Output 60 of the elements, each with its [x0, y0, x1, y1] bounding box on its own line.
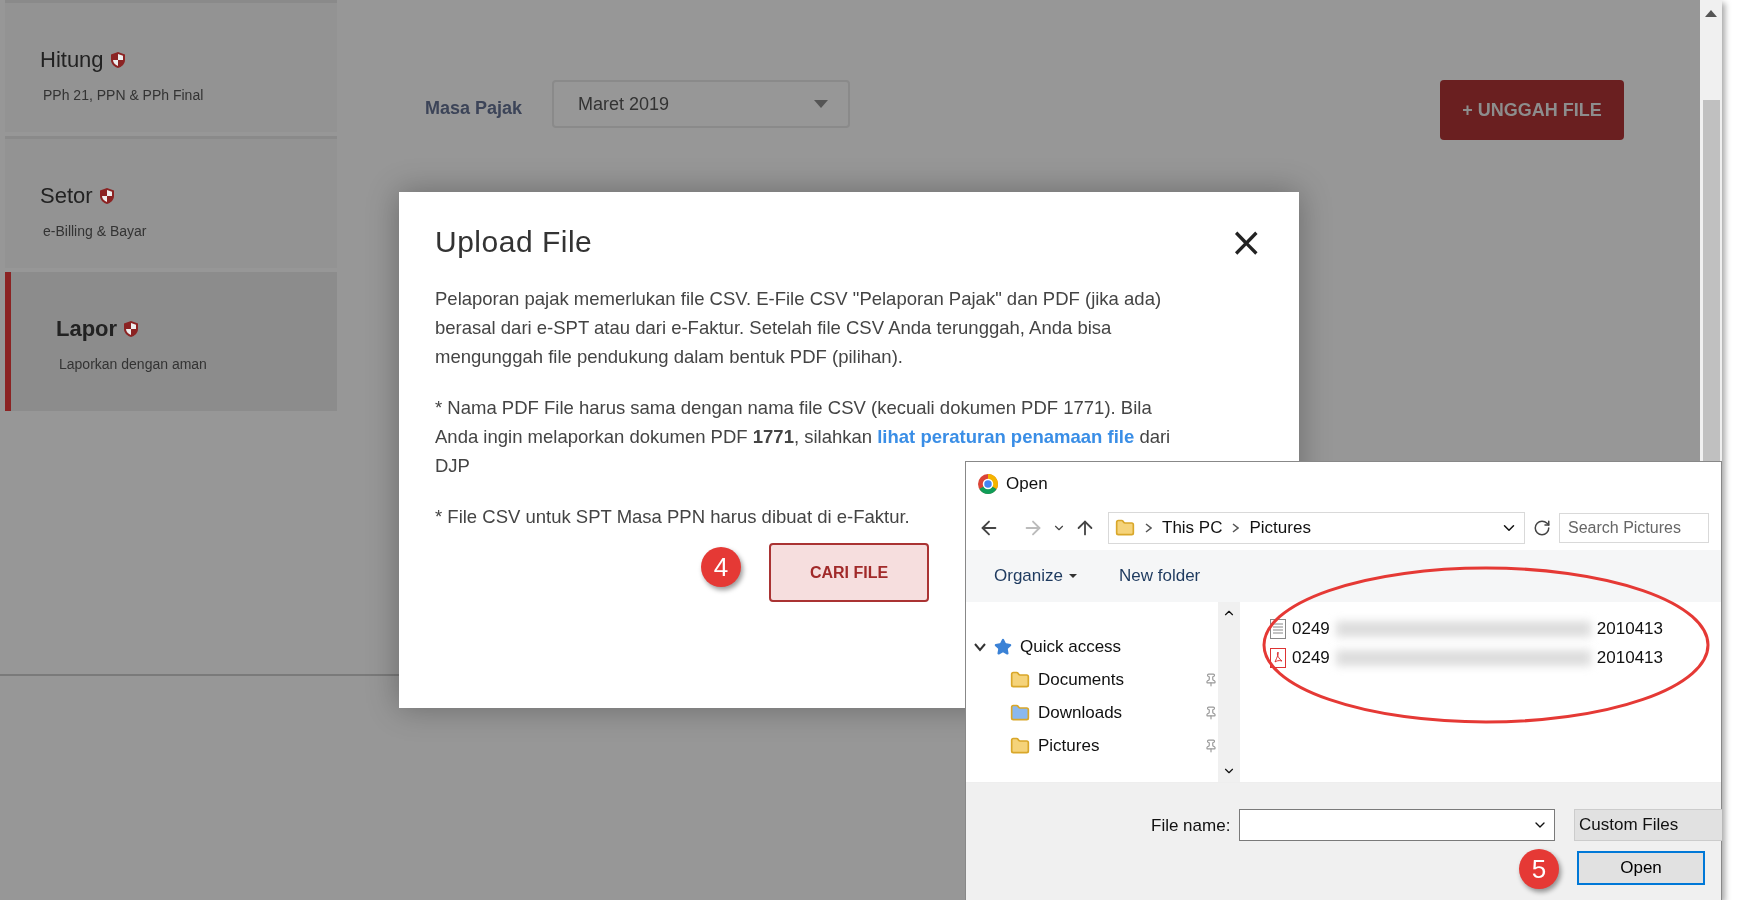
shield-icon	[98, 187, 115, 205]
breadcrumb[interactable]: This PC	[1162, 518, 1223, 538]
modal-paragraph: Pelaporan pajak memerlukan file CSV. E-File CSV "Pelaporan Pajak" dan PDF (jika ada) berasal dari e-SPT atau dari e-Faktur. Setelah file CSV Anda terunggah, Anda bisa mengunggah file pendukung dalam bentuk PDF (pilihan).	[435, 287, 1163, 369]
sidebar-item[interactable]: Setor e-Billing & Bayar	[5, 136, 337, 268]
file-type-dropdown[interactable]: Custom Files	[1574, 809, 1722, 841]
caret-icon	[814, 100, 829, 108]
folder-icon	[1010, 669, 1030, 690]
modal-paragraph: * File CSV untuk SPT Masa PPN harus dibuat di e-Faktur.	[435, 505, 910, 529]
sidebar-item[interactable]: Lapor Laporkan dengan aman	[5, 272, 337, 411]
file-name-label: File name:	[1151, 816, 1231, 836]
open-button[interactable]: Open	[1577, 851, 1705, 885]
chevron-right-icon	[1232, 523, 1240, 533]
caret-icon	[1069, 574, 1077, 578]
folder-icon	[1010, 735, 1030, 756]
nav-item[interactable]: Pictures	[974, 729, 1218, 762]
refresh-button[interactable]	[1533, 519, 1551, 537]
sidebar-item-subtitle: e-Billing & Bayar	[42, 223, 148, 239]
file-item[interactable]: 0249 2010413	[1270, 614, 1721, 643]
sidebar-item-subtitle: Laporkan dengan aman	[58, 356, 208, 372]
sidebar-item-title: Setor	[40, 183, 93, 209]
shield-icon	[109, 51, 126, 69]
sidebar-item[interactable]: Hitung PPh 21, PPN & PPh Final	[5, 0, 337, 132]
toolbar-button[interactable]: Organize	[994, 566, 1077, 586]
star-icon	[994, 637, 1012, 656]
file-name-field[interactable]	[1239, 809, 1555, 841]
sidebar-item-subtitle: PPh 21, PPN & PPh Final	[42, 87, 205, 103]
nav-item[interactable]: Downloads	[974, 696, 1218, 729]
folder-icon	[1115, 518, 1135, 538]
step-badge: 5	[1519, 849, 1559, 889]
scroll-up-icon	[1705, 10, 1717, 17]
find-file-button[interactable]: CARI FILE	[769, 543, 929, 602]
file-name-start: 0249	[1292, 618, 1330, 639]
pdf-file-icon	[1270, 647, 1286, 668]
sidebar-item-title: Lapor	[56, 316, 118, 342]
file-name-start: 0249	[1292, 647, 1330, 668]
pin-icon	[1204, 672, 1218, 687]
file-name-end: 2010413	[1596, 618, 1663, 639]
modal-paragraph: * Nama PDF File harus sama dengan nama file CSV (kecuali dokumen PDF 1771). Bila Anda ingin melaporkan dokumen PDF 1771, silahkan lihat peraturan penamaan file dari DJP	[435, 396, 1172, 477]
modal-title: Upload File	[435, 225, 593, 259]
breadcrumb[interactable]: Pictures	[1249, 518, 1311, 538]
search-field[interactable]: Search Pictures	[1559, 513, 1709, 543]
nav-scrollbar[interactable]	[1218, 602, 1240, 782]
close-button[interactable]: ×	[1229, 222, 1263, 262]
file-item[interactable]: 0249 2010413	[1270, 643, 1721, 672]
toolbar-button[interactable]: New folder	[1119, 566, 1201, 586]
shield-icon	[123, 320, 140, 338]
address-bar[interactable]: This PC Pictures	[1108, 512, 1525, 544]
dialog-title: Open	[1006, 474, 1048, 494]
nav-item[interactable]: Documents	[974, 663, 1218, 696]
step-badge: 4	[701, 547, 741, 587]
chevron-right-icon	[1145, 523, 1152, 533]
filter-label: Masa Pajak	[425, 98, 523, 119]
period-dropdown[interactable]: Maret 2019	[552, 80, 851, 128]
nav-item[interactable]: Quick access	[974, 630, 1218, 663]
file-name-end: 2010413	[1596, 647, 1663, 668]
browser-logo-icon	[978, 474, 998, 494]
pin-icon	[1204, 705, 1218, 720]
download-folder-icon	[1010, 702, 1030, 723]
sidebar-item-title: Hitung	[40, 47, 104, 73]
pin-icon	[1204, 738, 1218, 753]
